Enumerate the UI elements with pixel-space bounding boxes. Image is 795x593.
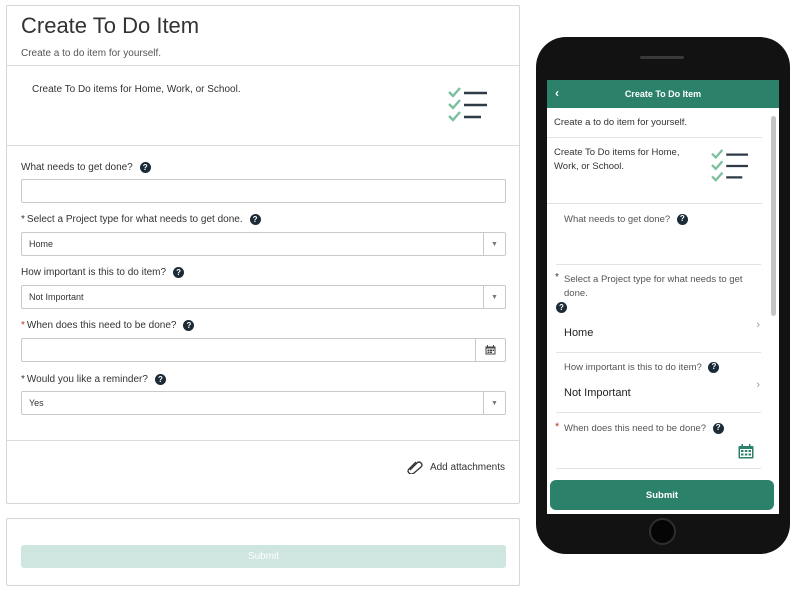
mobile-importance-value[interactable]: Not Important bbox=[564, 387, 631, 399]
project-type-label: * Select a Project type for what needs t… bbox=[21, 214, 261, 225]
page-title: Create To Do Item bbox=[21, 13, 200, 38]
calendar-icon[interactable] bbox=[738, 444, 754, 459]
importance-value: Not Important bbox=[29, 292, 84, 302]
mobile-description: Create To Do items for Home, Work, or Sc… bbox=[554, 147, 680, 172]
divider bbox=[556, 264, 761, 265]
reminder-select[interactable]: Yes ▼ bbox=[21, 391, 506, 415]
page-subtitle: Create a to do item for yourself. bbox=[21, 48, 162, 59]
desktop-form-card: Create To Do Item Create a to do item fo… bbox=[6, 5, 520, 504]
required-marker: * bbox=[21, 320, 25, 331]
checklist-icon bbox=[448, 87, 487, 122]
form-description: Create To Do items for Home, Work, or Sc… bbox=[32, 84, 241, 95]
importance-select[interactable]: Not Important ▼ bbox=[21, 285, 506, 309]
project-type-select[interactable]: Home ▼ bbox=[21, 232, 506, 256]
help-icon[interactable]: ? bbox=[139, 162, 151, 173]
submit-button[interactable]: Submit bbox=[21, 545, 506, 568]
divider bbox=[547, 137, 762, 138]
back-arrow-icon[interactable]: ‹ bbox=[555, 86, 559, 100]
help-icon[interactable]: ? bbox=[676, 213, 688, 225]
chevron-down-icon[interactable]: ▼ bbox=[483, 392, 505, 414]
importance-label: How important is this to do item? ? bbox=[21, 267, 185, 278]
reminder-label: * Would you like a reminder? ? bbox=[21, 374, 166, 385]
chevron-down-icon[interactable]: ▼ bbox=[483, 233, 505, 255]
task-input[interactable] bbox=[21, 179, 506, 203]
form-header: Create To Do Item Create a to do item fo… bbox=[7, 6, 519, 66]
required-marker: * bbox=[21, 214, 25, 225]
mobile-project-type-label: Select a Project type for what needs to … bbox=[564, 274, 743, 299]
help-icon[interactable]: ? bbox=[712, 422, 724, 434]
home-button bbox=[649, 518, 676, 545]
scrollbar[interactable] bbox=[771, 116, 776, 316]
help-icon[interactable]: ? bbox=[183, 320, 195, 331]
paperclip-icon bbox=[407, 461, 423, 474]
phone-speaker bbox=[640, 56, 684, 59]
submit-card: Submit bbox=[6, 518, 520, 586]
divider bbox=[556, 412, 761, 413]
divider bbox=[547, 203, 762, 204]
help-icon[interactable]: ? bbox=[173, 267, 185, 278]
phone-mockup: ‹ Create To Do Item Create a to do item … bbox=[536, 37, 790, 554]
chevron-right-icon[interactable]: › bbox=[756, 379, 760, 391]
due-date-label: * When does this need to be done? ? bbox=[21, 320, 195, 331]
project-type-value: Home bbox=[29, 239, 54, 249]
required-marker: * bbox=[21, 374, 25, 385]
attachments-row: Add attachments bbox=[7, 440, 519, 504]
mobile-due-date-label: When does this need to be done? ? bbox=[564, 422, 756, 436]
help-icon[interactable]: ? bbox=[154, 374, 166, 385]
mobile-subtitle: Create a to do item for yourself. bbox=[554, 117, 688, 128]
help-icon[interactable]: ? bbox=[249, 214, 261, 225]
mobile-importance-label: How important is this to do item? ? bbox=[564, 361, 756, 375]
due-date-input[interactable] bbox=[21, 338, 506, 362]
description-row: Create To Do items for Home, Work, or Sc… bbox=[7, 66, 519, 146]
checklist-icon bbox=[711, 149, 748, 182]
help-icon[interactable]: ? bbox=[708, 361, 720, 373]
mobile-submit-button[interactable]: Submit bbox=[550, 480, 774, 510]
required-marker: * bbox=[555, 272, 559, 283]
reminder-value: Yes bbox=[29, 398, 44, 408]
phone-screen: ‹ Create To Do Item Create a to do item … bbox=[547, 80, 779, 514]
divider bbox=[556, 352, 761, 353]
mobile-project-type-value[interactable]: Home bbox=[564, 327, 593, 339]
mobile-task-label[interactable]: What needs to get done? ? bbox=[564, 213, 756, 227]
required-marker: * bbox=[555, 421, 560, 433]
chevron-down-icon[interactable]: ▼ bbox=[483, 286, 505, 308]
add-attachments-link[interactable]: Add attachments bbox=[406, 460, 505, 474]
task-label: What needs to get done? ? bbox=[21, 162, 151, 173]
mobile-header-title: Create To Do Item bbox=[624, 89, 702, 99]
mobile-header: ‹ Create To Do Item bbox=[547, 80, 779, 108]
chevron-right-icon[interactable]: › bbox=[756, 319, 760, 331]
help-icon[interactable]: ? bbox=[556, 302, 567, 313]
calendar-icon[interactable] bbox=[475, 339, 505, 361]
divider bbox=[556, 468, 761, 469]
